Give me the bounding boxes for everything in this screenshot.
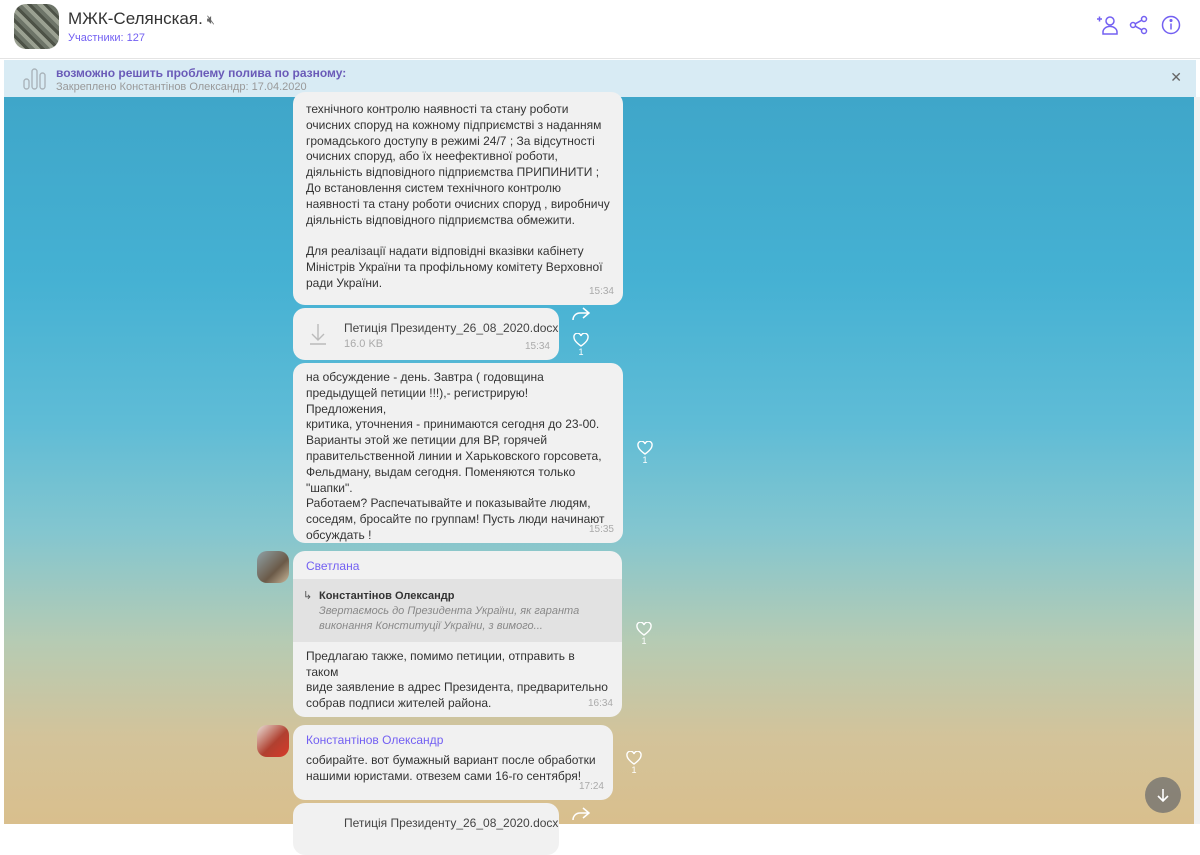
sender-avatar[interactable] [257, 725, 289, 757]
like-count: 1 [578, 347, 584, 357]
mute-icon: 🔇︎ [206, 12, 215, 27]
message-bubble[interactable]: технічного контролю наявності та стану р… [293, 92, 623, 305]
forward-button[interactable] [571, 806, 591, 822]
chat-header: МЖК-Селянская. 🔇︎ Участники: 127 [0, 0, 1200, 59]
message-time: 15:34 [588, 286, 614, 298]
reply-arrow-icon: ↳ [303, 589, 313, 602]
info-icon[interactable] [1160, 14, 1182, 36]
pinned-text: возможно решить проблему полива по разно… [56, 66, 347, 80]
quoted-message[interactable]: ↳ Константінов Олександр Звертаємось до … [293, 578, 622, 642]
message-bubble[interactable]: Светлана ↳ Константінов Олександр Зверта… [293, 551, 622, 717]
share-icon[interactable] [1128, 14, 1150, 36]
chat-title-text: МЖК-Селянская. [68, 9, 203, 28]
message-text: на обсуждение - день. Завтра ( годовщина… [306, 370, 605, 542]
arrow-down-icon [1157, 789, 1169, 803]
file-message[interactable]: Петиція Президенту_26_08_2020.docx [293, 803, 559, 855]
message-text: Предлагаю также, помимо петиции, отправи… [306, 648, 608, 711]
message-time: 15:34 [524, 341, 550, 353]
add-participant-icon[interactable] [1096, 14, 1118, 36]
group-avatar[interactable] [14, 4, 59, 49]
file-name: Петиція Президенту_26_08_2020.docx [344, 321, 559, 335]
like-button[interactable]: 1 [626, 751, 642, 775]
file-message[interactable]: Петиція Президенту_26_08_2020.docx 16.0 … [293, 308, 559, 360]
message-bubble[interactable]: на обсуждение - день. Завтра ( годовщина… [293, 363, 623, 543]
message-bubble[interactable]: Константінов Олександр собирайте. вот бу… [293, 725, 613, 800]
sender-name[interactable]: Константінов Олександр [293, 725, 613, 753]
message-text: технічного контролю наявності та стану р… [306, 102, 610, 290]
members-count[interactable]: Участники: 127 [68, 32, 145, 44]
scroll-down-button[interactable] [1145, 777, 1181, 813]
message-text: собирайте. вот бумажный вариант после об… [306, 752, 596, 783]
like-count: 1 [631, 765, 637, 775]
close-pinned-icon[interactable]: ✕ [1170, 69, 1182, 86]
like-button[interactable]: 1 [636, 622, 652, 646]
sender-avatar[interactable] [257, 551, 289, 583]
like-count: 1 [642, 455, 648, 465]
chat-title[interactable]: МЖК-Селянская. 🔇︎ [68, 9, 215, 29]
forward-button[interactable] [571, 306, 591, 322]
like-button[interactable]: 1 [573, 333, 589, 357]
message-time: 17:24 [578, 781, 604, 793]
message-time: 15:35 [588, 524, 614, 536]
file-size: 16.0 KB [344, 338, 384, 350]
message-time: 16:34 [587, 698, 613, 710]
pinned-meta: Закреплено Константінов Олександр: 17.04… [56, 81, 307, 93]
like-count: 1 [641, 636, 647, 646]
poll-icon [22, 67, 48, 96]
download-icon[interactable] [309, 323, 327, 350]
quote-text: Звертаємось до Президента України, як га… [319, 604, 580, 632]
like-button[interactable]: 1 [637, 441, 653, 465]
sender-name[interactable]: Светлана [293, 551, 622, 579]
scrollbar[interactable] [1194, 97, 1200, 824]
quote-author: Константінов Олександр [319, 589, 455, 602]
